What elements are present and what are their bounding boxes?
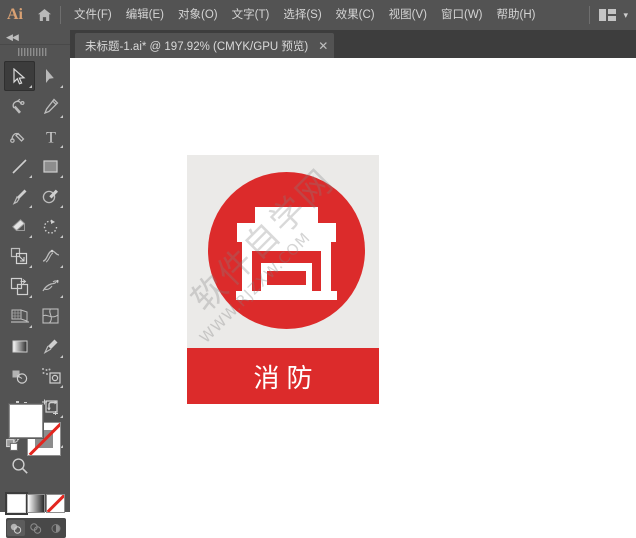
tool-corner-indicator [60,355,63,358]
default-fill-stroke-icon[interactable] [6,439,19,457]
line-segment-tool[interactable] [4,151,35,181]
free-transform-tool[interactable] [4,271,35,301]
workspace-layout-icon[interactable] [596,4,618,26]
pen-tool[interactable] [35,91,66,121]
document-tab-bar: 未标题-1.ai* @ 197.92% (CMYK/GPU 预览) ✕ [70,30,636,58]
tool-corner-indicator [29,175,32,178]
menu-items: 文件(F) 编辑(E) 对象(O) 文字(T) 选择(S) 效果(C) 视图(V… [67,2,542,28]
menu-item-file[interactable]: 文件(F) [67,2,119,28]
shape-builder-tool[interactable] [35,271,66,301]
scale-tool[interactable] [4,241,35,271]
tool-corner-indicator [60,145,63,148]
menubar-divider-right [589,6,591,24]
menubar-divider [60,6,61,24]
magic-wand-tool[interactable] [4,91,35,121]
tool-corner-indicator [29,235,32,238]
tool-corner-indicator [60,385,63,388]
shaper-tool[interactable] [35,181,66,211]
fill-swatch[interactable] [10,405,42,437]
color-swatch-solid[interactable] [8,494,25,512]
draw-inside-mode[interactable] [47,520,65,536]
tool-corner-indicator [29,295,32,298]
menu-item-window[interactable]: 窗口(W) [434,2,490,28]
menu-item-object[interactable]: 对象(O) [171,2,225,28]
tool-corner-indicator [29,205,32,208]
app-logo-ai: Ai [7,6,23,23]
tool-corner-indicator [60,205,63,208]
menu-item-select[interactable]: 选择(S) [276,2,328,28]
menu-bar: Ai 文件(F) 编辑(E) 对象(O) 文字(T) 选择(S) 效果(C) 视… [0,0,636,30]
type-tool[interactable]: T [35,121,66,151]
color-mode-swatches [8,492,65,514]
menu-item-type[interactable]: 文字(T) [225,2,277,28]
tool-corner-indicator [29,325,32,328]
tool-corner-indicator [29,265,32,268]
menu-item-view[interactable]: 视图(V) [382,2,434,28]
tools-panel: ◀◀ T [0,30,71,538]
home-icon[interactable] [30,0,58,30]
artboard[interactable]: 消防 [187,155,379,404]
swap-fill-stroke-icon[interactable] [46,399,59,417]
drag-grip-icon[interactable] [0,45,70,59]
tool-corner-indicator [60,115,63,118]
document-tab[interactable]: 未标题-1.ai* @ 197.92% (CMYK/GPU 预览) ✕ [75,33,335,58]
symbol-sprayer-tool[interactable] [35,361,66,391]
tool-corner-indicator [29,85,32,88]
tool-corner-indicator [60,265,63,268]
mesh-tool[interactable] [35,301,66,331]
close-icon[interactable]: ✕ [318,40,328,52]
gradient-tool[interactable] [4,331,35,361]
menu-item-effect[interactable]: 效果(C) [329,2,382,28]
rectangle-tool[interactable] [35,151,66,181]
icon-area [187,155,379,348]
canvas-area[interactable]: 消防 软件自学网 WWW.RJZXW.COM [70,58,636,512]
perspective-grid-tool[interactable] [4,301,35,331]
label-band: 消防 [187,348,379,404]
eyedropper-tool[interactable] [35,331,66,361]
collapse-panel-icon[interactable]: ◀◀ [6,32,19,43]
draw-behind-mode[interactable] [27,520,45,536]
illustrator-window: Ai 文件(F) 编辑(E) 对象(O) 文字(T) 选择(S) 效果(C) 视… [0,0,636,538]
paintbrush-tool[interactable] [4,181,35,211]
document-tab-label: 未标题-1.ai* @ 197.92% (CMYK/GPU 预览) [85,40,309,53]
menu-item-help[interactable]: 帮助(H) [490,2,543,28]
direct-selection-tool[interactable] [35,61,66,91]
svg-text:T: T [46,129,56,145]
menubar-right: ▾ [587,4,636,26]
tool-corner-indicator [60,175,63,178]
eraser-tool[interactable] [4,211,35,241]
fire-station-shop-icon [208,172,365,329]
blend-tool[interactable] [4,361,35,391]
tool-corner-indicator [60,295,63,298]
color-swatch-none[interactable] [47,494,65,512]
curvature-tool[interactable] [4,121,35,151]
tools-panel-header[interactable]: ◀◀ [0,30,70,45]
label-text: 消防 [253,363,320,394]
selection-tool[interactable] [4,61,35,91]
tool-corner-indicator [60,235,63,238]
tool-corner-indicator [60,85,63,88]
rotate-tool[interactable] [35,211,66,241]
width-tool[interactable] [35,241,66,271]
color-swatch-gradient[interactable] [27,494,45,512]
fill-stroke-control [6,400,62,457]
draw-mode-group [6,518,66,538]
draw-normal-mode[interactable] [7,520,25,536]
chevron-down-icon[interactable]: ▾ [623,10,628,21]
menu-item-edit[interactable]: 编辑(E) [119,2,171,28]
